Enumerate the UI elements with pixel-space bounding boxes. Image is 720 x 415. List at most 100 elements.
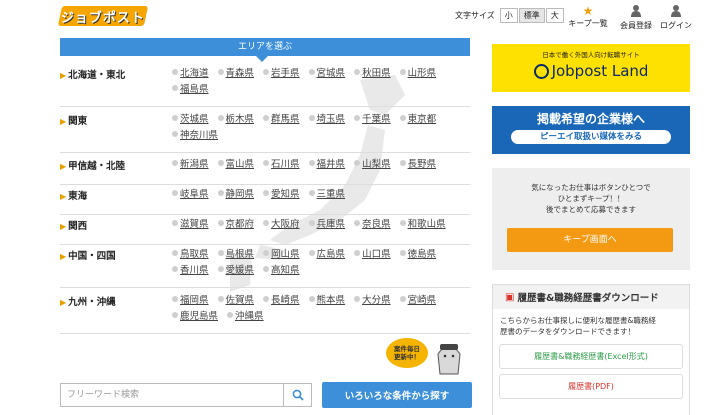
prefecture-link[interactable]: 秋田県 (354, 67, 391, 83)
prefecture-link[interactable]: 北海道 (172, 67, 209, 83)
region-label: 中国・四国 (68, 251, 116, 262)
login-link[interactable]: ログイン (654, 4, 698, 31)
font-size-small-button[interactable]: 小 (499, 8, 518, 23)
font-size-normal-button[interactable]: 標準 (518, 8, 545, 23)
bullet-icon (308, 160, 315, 166)
region-name[interactable]: ▶ 九州・沖縄 (60, 294, 116, 308)
prefecture-label: 大阪府 (271, 219, 300, 230)
prefecture-link[interactable]: 高知県 (263, 264, 300, 280)
prefecture-link[interactable]: 宮城県 (308, 67, 345, 83)
prefecture-link[interactable]: 千葉県 (354, 113, 391, 129)
prefecture-link[interactable]: 石川県 (263, 158, 300, 174)
region-row: ▶ 北海道・東北 北海道 青森県 岩手県 宮城県 秋田県 山形県福島県 (60, 67, 470, 107)
prefecture-link[interactable]: 徳島県 (399, 248, 436, 264)
prefecture-link[interactable]: 富山県 (217, 158, 255, 174)
prefecture-link[interactable]: 埼玉県 (308, 113, 345, 129)
prefecture-label: 三重県 (316, 189, 346, 200)
bullet-icon (217, 296, 224, 302)
prefecture-label: 富山県 (225, 159, 255, 170)
bullet-icon (399, 250, 406, 256)
prefecture-link[interactable]: 山梨県 (354, 158, 391, 174)
prefecture-label: 大分県 (362, 295, 391, 306)
bullet-icon (172, 220, 178, 226)
prefecture-link[interactable]: 滋賀県 (172, 218, 209, 234)
prefecture-list: 新潟県 富山県 石川県 福井県 山梨県 長野県 (172, 158, 472, 174)
prefecture-link[interactable]: 福島県 (172, 83, 209, 99)
prefecture-link[interactable]: 東京都 (399, 113, 437, 129)
search-button[interactable] (284, 383, 312, 407)
bullet-icon (263, 190, 270, 196)
region-name[interactable]: ▶ 関西 (60, 218, 87, 232)
prefecture-link[interactable]: 群馬県 (263, 113, 300, 129)
bullet-icon (354, 220, 361, 226)
prefecture-link[interactable]: 山形県 (399, 67, 436, 83)
prefecture-link[interactable]: 岩手県 (263, 67, 300, 83)
prefecture-link[interactable]: 三重県 (308, 188, 346, 204)
keep-screen-button[interactable]: キープ画面へ (507, 228, 673, 252)
free-word-search-input[interactable] (60, 383, 284, 407)
prefecture-link[interactable]: 長崎県 (263, 294, 300, 310)
bullet-icon (172, 250, 178, 256)
prefecture-link[interactable]: 宮崎県 (399, 294, 437, 310)
prefecture-link[interactable]: 佐賀県 (217, 294, 254, 310)
prefecture-link[interactable]: 岡山県 (263, 248, 300, 264)
prefecture-link[interactable]: 沖縄県 (227, 310, 264, 326)
prefecture-label: 長崎県 (271, 295, 300, 306)
prefecture-label: 長野県 (407, 159, 437, 170)
prefecture-link[interactable]: 新潟県 (172, 158, 209, 174)
prefecture-label: 香川県 (180, 265, 209, 276)
area-tab: エリアを選ぶ (60, 38, 470, 62)
region-name[interactable]: ▶ 東海 (60, 188, 87, 202)
bullet-icon (217, 266, 224, 272)
prefecture-link[interactable]: 静岡県 (217, 188, 255, 204)
prefecture-label: 沖縄県 (235, 311, 264, 322)
region-name[interactable]: ▶ 北海道・東北 (60, 67, 125, 81)
download-pdf-button[interactable]: 履歴書(PDF) (499, 374, 683, 399)
employer-banner-button[interactable]: ピーエイ取扱い媒体をみる (511, 130, 671, 144)
prefecture-label: 島根県 (225, 249, 255, 260)
prefecture-link[interactable]: 鳥取県 (172, 248, 209, 264)
prefecture-link[interactable]: 福岡県 (172, 294, 209, 310)
region-name[interactable]: ▶ 関東 (60, 113, 87, 127)
prefecture-link[interactable]: 兵庫県 (308, 218, 345, 234)
prefecture-link[interactable]: 奈良県 (354, 218, 391, 234)
prefecture-label: 京都府 (225, 219, 255, 230)
prefecture-link[interactable]: 愛媛県 (217, 264, 255, 280)
prefecture-label: 愛媛県 (225, 265, 255, 276)
prefecture-link[interactable]: 熊本県 (308, 294, 345, 310)
keep-list-link[interactable]: ★ キープ一覧 (566, 4, 610, 29)
font-size-label: 文字サイズ (455, 11, 495, 20)
search-by-conditions-button[interactable]: いろいろな条件から探す (322, 382, 472, 408)
prefecture-link[interactable]: 和歌山県 (399, 218, 446, 234)
prefecture-link[interactable]: 岐阜県 (172, 188, 209, 204)
prefecture-link[interactable]: 鹿児島県 (172, 310, 218, 326)
triangle-right-icon: ▶ (60, 192, 67, 201)
prefecture-label: 東京都 (407, 114, 437, 125)
prefecture-link[interactable]: 島根県 (217, 248, 255, 264)
prefecture-label: 静岡県 (225, 189, 255, 200)
prefecture-link[interactable]: 神奈川県 (172, 129, 218, 145)
prefecture-link[interactable]: 京都府 (217, 218, 255, 234)
prefecture-link[interactable]: 広島県 (308, 248, 345, 264)
jobpost-land-banner[interactable]: 日本で働く外国人向け転職サイト Jobpost Land (492, 44, 690, 92)
prefecture-link[interactable]: 山口県 (354, 248, 391, 264)
prefecture-link[interactable]: 香川県 (172, 264, 209, 280)
employer-banner[interactable]: 掲載希望の企業様へ ピーエイ取扱い媒体をみる (492, 106, 690, 154)
prefecture-link[interactable]: 茨城県 (172, 113, 209, 129)
region-name[interactable]: ▶ 中国・四国 (60, 248, 116, 262)
prefecture-link[interactable]: 大阪府 (263, 218, 300, 234)
region-name[interactable]: ▶ 甲信越・北陸 (60, 158, 125, 172)
prefecture-link[interactable]: 愛知県 (263, 188, 300, 204)
prefecture-link[interactable]: 大分県 (354, 294, 391, 310)
prefecture-label: 栃木県 (225, 114, 255, 125)
download-excel-button[interactable]: 履歴書&職務経歴書(Excel形式) (499, 344, 683, 369)
prefecture-label: 宮崎県 (407, 295, 437, 306)
prefecture-link[interactable]: 長野県 (399, 158, 437, 174)
prefecture-link[interactable]: 福井県 (308, 158, 345, 174)
keep-text-2: ひとまずキープ！！ (557, 194, 625, 203)
site-logo[interactable]: ジョブポスト (57, 6, 149, 26)
prefecture-link[interactable]: 栃木県 (217, 113, 255, 129)
prefecture-link[interactable]: 青森県 (217, 67, 254, 83)
register-link[interactable]: 会員登録 (614, 4, 658, 31)
font-size-large-button[interactable]: 大 (545, 8, 564, 23)
